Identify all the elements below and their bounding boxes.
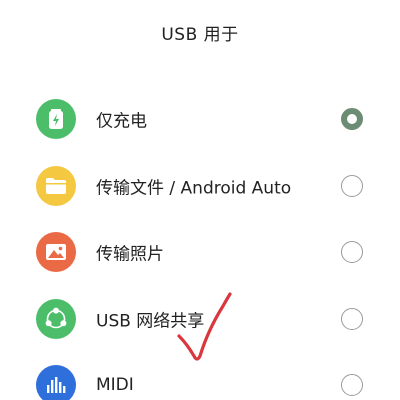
midi-equalizer-icon: [36, 365, 76, 400]
radio-unselected[interactable]: [341, 175, 363, 197]
radio-selected[interactable]: [341, 108, 363, 130]
option-label: MIDI: [96, 375, 134, 395]
option-transfer-files[interactable]: 传输文件 / Android Auto: [0, 155, 400, 217]
option-label: 仅充电: [96, 111, 147, 132]
option-label: 传输照片: [96, 244, 164, 265]
red-checkmark-annotation: [177, 292, 232, 361]
photo-icon: [36, 232, 76, 272]
battery-charging-icon: [36, 99, 76, 139]
radio-unselected[interactable]: [341, 241, 363, 263]
radio-unselected[interactable]: [341, 374, 363, 396]
option-transfer-photos[interactable]: 传输照片: [0, 221, 400, 283]
radio-unselected[interactable]: [341, 308, 363, 330]
share-network-icon: [36, 299, 76, 339]
dialog-title: USB 用于: [161, 25, 239, 45]
folder-icon: [36, 166, 76, 206]
option-charge-only[interactable]: 仅充电: [0, 88, 400, 150]
option-label: 传输文件 / Android Auto: [96, 178, 292, 199]
